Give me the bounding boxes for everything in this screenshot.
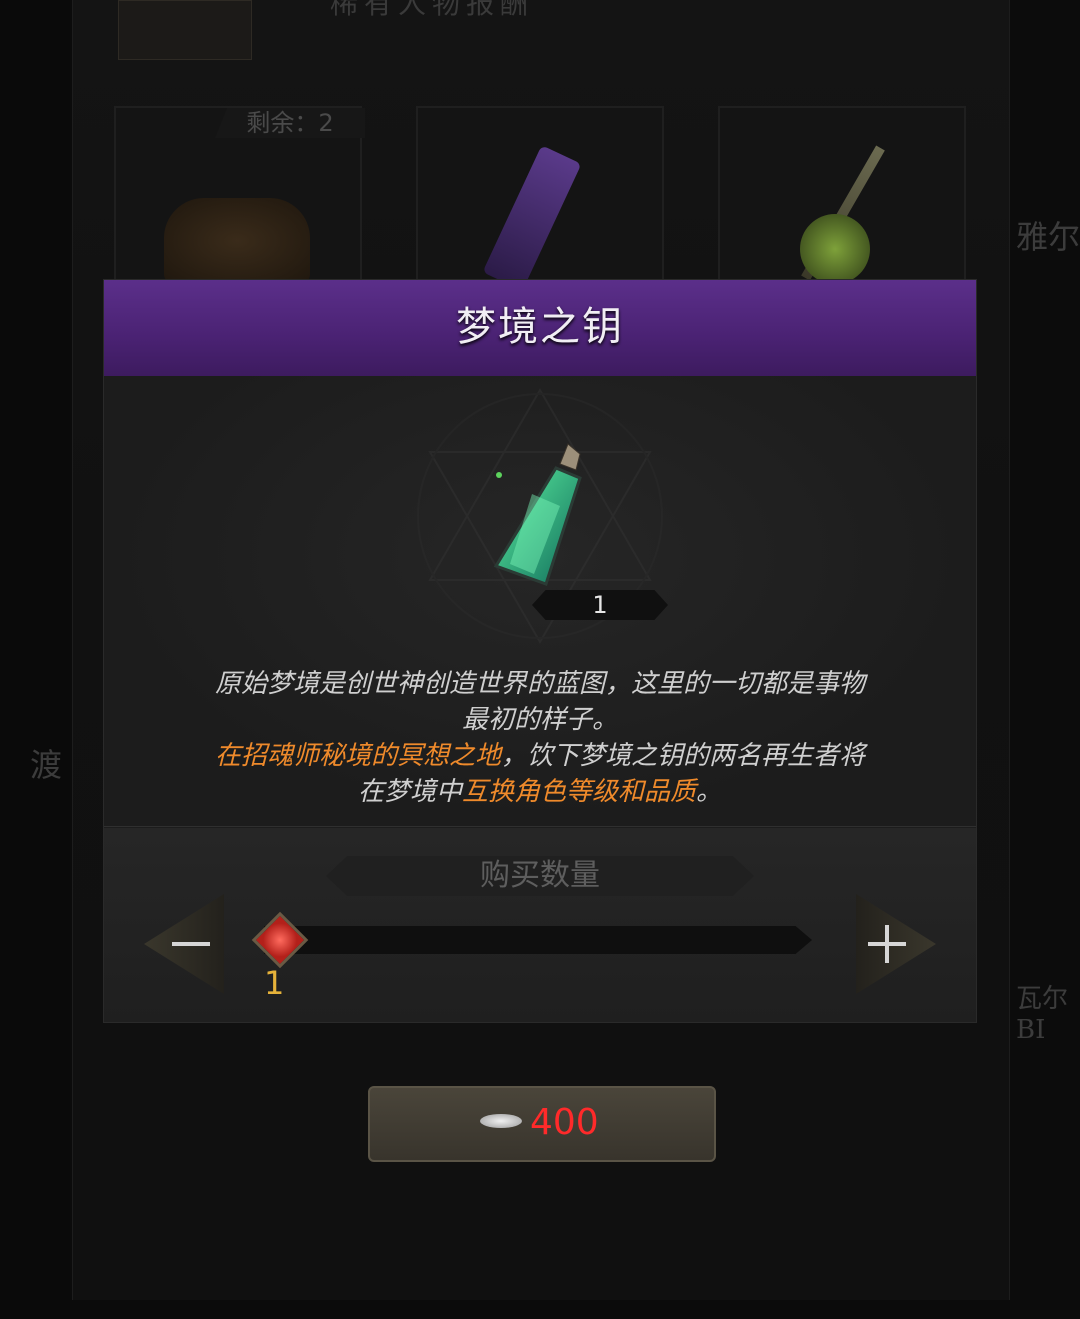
description-line-1: 原始梦境是创世神创造世界的蓝图，这里的一切都是事物 bbox=[214, 669, 865, 699]
shop-title: 稀有人物报酬 bbox=[330, 0, 535, 20]
buy-price: 400 bbox=[530, 1102, 599, 1143]
buy-button[interactable]: 400 bbox=[368, 1086, 716, 1162]
item-detail-panel: 1 原始梦境是创世神创造世界的蓝图，这里的一切都是事物 最初的样子。 在招魂师秘… bbox=[104, 376, 976, 827]
silver-coin-icon bbox=[480, 1114, 522, 1128]
increase-quantity-button[interactable] bbox=[856, 894, 936, 994]
description-text: 。 bbox=[696, 777, 723, 807]
orb-icon bbox=[800, 214, 870, 284]
description-line-2: 最初的样子。 bbox=[461, 705, 618, 735]
quantity-slider-track[interactable] bbox=[264, 926, 812, 954]
description-text: ，饮下梦境之钥的两名再生者将 bbox=[501, 741, 866, 771]
minus-icon bbox=[172, 942, 210, 946]
quantity-selector: 购买数量 1 bbox=[104, 828, 976, 1022]
description-text: 在 bbox=[214, 741, 241, 771]
green-potion-icon bbox=[493, 443, 582, 586]
remaining-count: 剩余：2 bbox=[215, 108, 365, 138]
quantity-label-bar: 购买数量 bbox=[326, 856, 754, 896]
side-label-right-1: 雅尔 bbox=[1016, 218, 1080, 256]
sparkle bbox=[496, 472, 502, 478]
description-line-3: 在招魂师秘境的冥想之地，饮下梦境之钥的两名再生者将 bbox=[144, 738, 936, 774]
description-line-4: 在梦境中互换角色等级和品质。 bbox=[144, 774, 936, 810]
item-purchase-dialog: 梦境之钥 1 原始梦境是创世神创造世界的蓝图，这里的一切都是事物 最初的样子。 … bbox=[104, 280, 976, 1022]
right-side-panel: 雅尔 瓦尔BI bbox=[1010, 0, 1080, 1319]
shop-slot-staff[interactable] bbox=[718, 106, 966, 286]
quantity-label: 购买数量 bbox=[480, 858, 600, 893]
description-highlight: 互换角色等级和品质 bbox=[461, 777, 696, 807]
item-description: 原始梦境是创世神创造世界的蓝图，这里的一切都是事物 最初的样子。 在招魂师秘境的… bbox=[144, 666, 936, 810]
character-portrait[interactable] bbox=[118, 0, 252, 60]
barrel-icon bbox=[164, 198, 310, 284]
left-side-panel: 渡 bbox=[0, 0, 70, 1319]
side-label-right-2: 瓦尔BI bbox=[1016, 984, 1069, 1045]
description-text: 在梦境中 bbox=[357, 777, 462, 807]
description-highlight: 招魂师秘境的冥想之地 bbox=[240, 741, 501, 771]
decrease-quantity-button[interactable] bbox=[144, 894, 224, 994]
side-label-left: 渡 bbox=[30, 746, 63, 784]
shop-slot-crystal[interactable] bbox=[416, 106, 664, 291]
item-count-badge: 1 bbox=[532, 590, 668, 620]
quantity-slider-thumb[interactable] bbox=[251, 911, 309, 969]
plus-icon-vertical bbox=[885, 925, 889, 963]
quantity-value: 1 bbox=[264, 964, 285, 1002]
dialog-header: 梦境之钥 bbox=[104, 280, 976, 378]
dialog-title: 梦境之钥 bbox=[456, 304, 624, 350]
crystal-icon bbox=[482, 145, 582, 291]
